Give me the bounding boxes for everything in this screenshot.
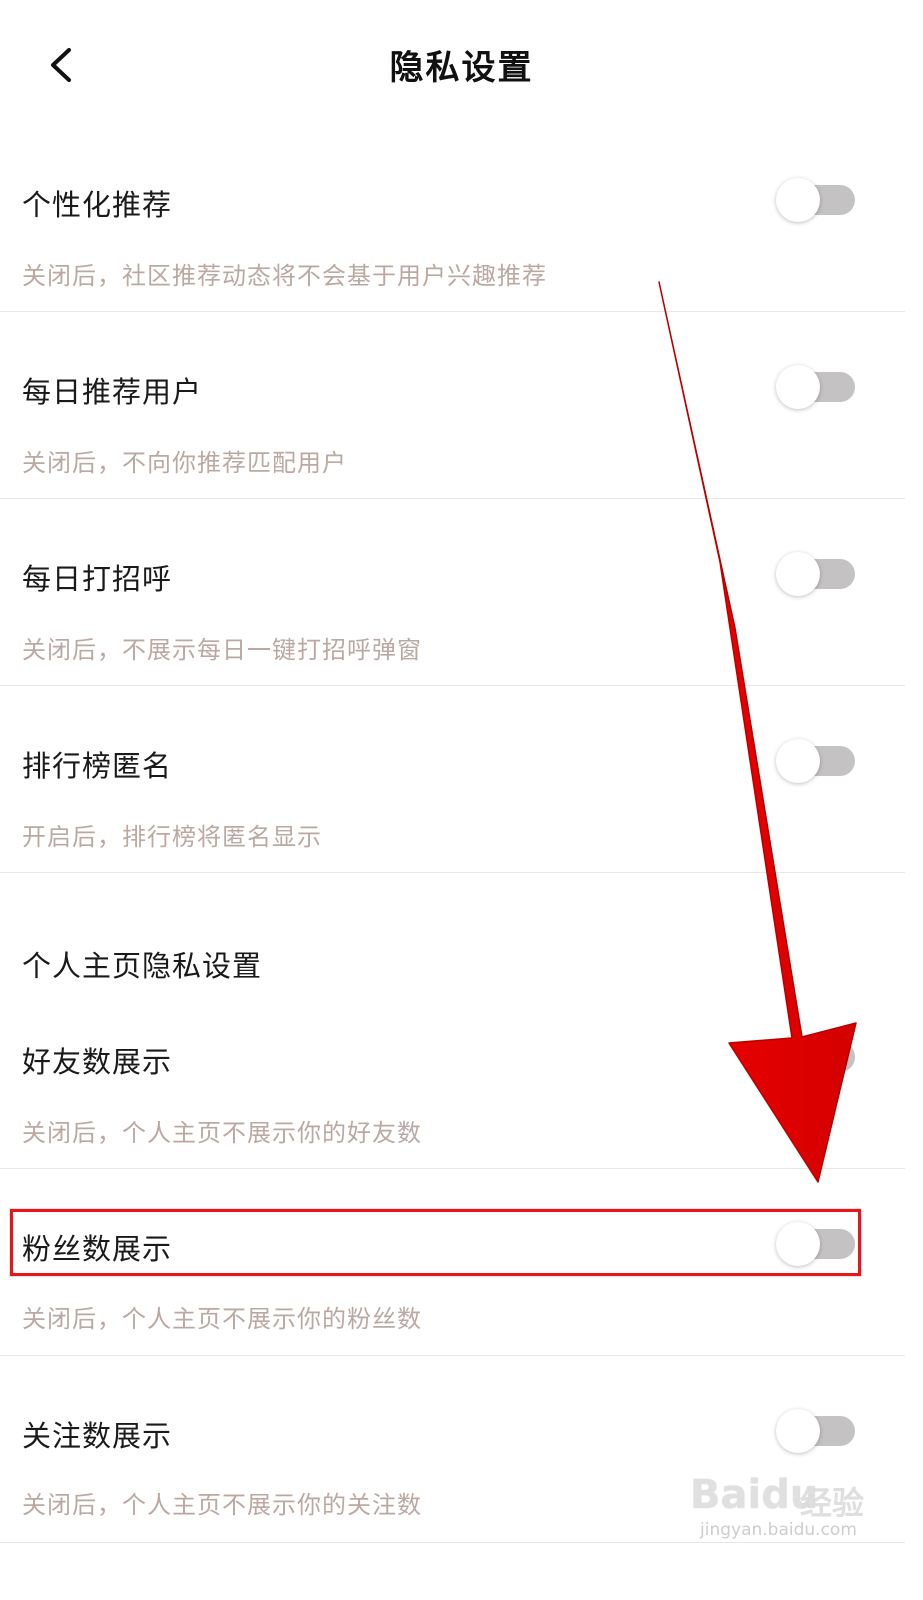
toggle-knob <box>776 739 820 783</box>
toggle-knob <box>776 178 820 222</box>
setting-title: 好友数展示 <box>22 1045 173 1079</box>
setting-description: 关闭后，社区推荐动态将不会基于用户兴趣推荐 <box>22 262 547 290</box>
top-bar: 隐私设置 <box>0 0 923 130</box>
setting-title: 关注数展示 <box>22 1419 173 1453</box>
toggle-switch-leaderboard-anonymous[interactable] <box>776 739 856 783</box>
toggle-switch-daily-recommend-users[interactable] <box>776 365 856 409</box>
toggle-knob <box>776 552 820 596</box>
toggle-knob <box>776 1222 820 1266</box>
setting-row-fans-count: 粉丝数展示 关闭后，个人主页不展示你的粉丝数 <box>0 1195 905 1355</box>
setting-title: 个性化推荐 <box>22 188 173 222</box>
divider <box>0 1355 905 1356</box>
divider <box>0 311 905 312</box>
divider <box>0 685 905 686</box>
toggle-switch-following-count[interactable] <box>776 1409 856 1453</box>
setting-description: 关闭后，不向你推荐匹配用户 <box>22 449 347 477</box>
toggle-switch-friends-count[interactable] <box>776 1035 856 1079</box>
toggle-knob <box>776 365 820 409</box>
setting-row-friends-count: 好友数展示 关闭后，个人主页不展示你的好友数 <box>0 1008 905 1168</box>
setting-title: 每日推荐用户 <box>22 375 203 409</box>
page-title: 隐私设置 <box>389 48 534 88</box>
toggle-switch-daily-greeting[interactable] <box>776 552 856 596</box>
setting-description: 关闭后，个人主页不展示你的关注数 <box>22 1491 422 1519</box>
setting-title: 粉丝数展示 <box>22 1232 173 1266</box>
setting-description: 开启后，排行榜将匿名显示 <box>22 823 322 851</box>
toggle-switch-personalized-recommend[interactable] <box>776 178 856 222</box>
setting-description: 关闭后，个人主页不展示你的粉丝数 <box>22 1305 422 1333</box>
toggle-knob <box>776 1035 820 1079</box>
section-label-profile-privacy: 个人主页隐私设置 <box>22 949 263 983</box>
divider <box>0 1542 905 1543</box>
toggle-switch-fans-count[interactable] <box>776 1222 856 1266</box>
setting-description: 关闭后，不展示每日一键打招呼弹窗 <box>22 636 422 664</box>
toggle-knob <box>776 1409 820 1453</box>
setting-description: 关闭后，个人主页不展示你的好友数 <box>22 1119 422 1147</box>
setting-row-daily-greeting: 每日打招呼 关闭后，不展示每日一键打招呼弹窗 <box>0 524 905 686</box>
divider <box>0 1168 905 1169</box>
divider <box>0 498 905 499</box>
setting-row-following-count: 关注数展示 关闭后，个人主页不展示你的关注数 <box>0 1382 905 1542</box>
setting-title: 排行榜匿名 <box>22 749 173 783</box>
setting-title: 每日打招呼 <box>22 562 173 596</box>
setting-row-personalized-recommend: 个性化推荐 关闭后，社区推荐动态将不会基于用户兴趣推荐 <box>0 150 905 312</box>
divider <box>0 872 905 873</box>
setting-row-daily-recommend-users: 每日推荐用户 关闭后，不向你推荐匹配用户 <box>0 337 905 499</box>
setting-row-leaderboard-anonymous: 排行榜匿名 开启后，排行榜将匿名显示 <box>0 711 905 873</box>
